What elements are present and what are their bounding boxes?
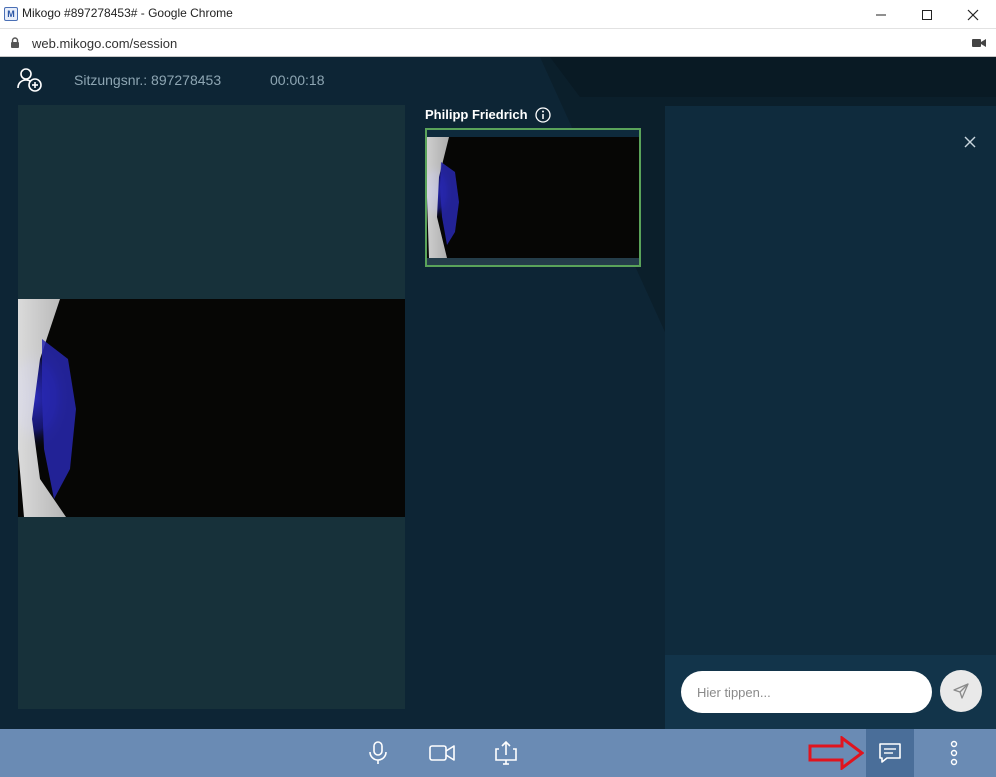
main-video-area xyxy=(18,105,405,709)
send-message-button[interactable] xyxy=(940,670,982,712)
session-number: Sitzungsnr.: 897278453 xyxy=(74,72,222,88)
lock-icon xyxy=(11,37,19,48)
mikogo-session: Sitzungsnr.: 897278453 00:00:18 Philipp … xyxy=(0,57,996,777)
session-toolbar xyxy=(0,729,996,777)
participant-video-image xyxy=(427,137,639,258)
browser-title-bar: M Mikogo #897278453# - Google Chrome xyxy=(0,0,996,29)
add-participant-icon[interactable] xyxy=(17,67,43,93)
camera-button[interactable] xyxy=(418,729,466,777)
chat-panel xyxy=(665,106,996,729)
chat-message-input[interactable] xyxy=(681,671,932,713)
video-camera-icon xyxy=(429,745,455,761)
main-video-image xyxy=(18,299,405,517)
annotation-arrow-icon xyxy=(808,736,864,770)
more-vertical-icon xyxy=(950,740,958,766)
participant-video-frame xyxy=(427,137,639,258)
share-screen-icon xyxy=(495,740,517,765)
participant-name: Philipp Friedrich xyxy=(425,107,528,122)
info-icon[interactable] xyxy=(535,107,551,123)
maximize-icon xyxy=(922,9,932,20)
more-options-button[interactable] xyxy=(930,729,978,777)
participant-video-thumbnail[interactable] xyxy=(425,128,641,267)
send-icon xyxy=(953,683,969,699)
minimize-button[interactable] xyxy=(858,0,904,29)
chat-icon xyxy=(879,743,901,763)
camera-in-use-icon[interactable] xyxy=(972,38,986,48)
close-icon xyxy=(967,9,979,20)
chat-input-area xyxy=(665,655,996,729)
participant-status-strip xyxy=(427,258,639,265)
session-timer: 00:00:18 xyxy=(270,72,325,88)
close-chat-icon[interactable] xyxy=(964,136,976,148)
url-text[interactable]: web.mikogo.com/session xyxy=(32,36,177,51)
screen-share-button[interactable] xyxy=(482,729,530,777)
address-bar[interactable]: web.mikogo.com/session xyxy=(0,29,996,57)
session-header: Sitzungsnr.: 897278453 00:00:18 xyxy=(0,57,996,105)
maximize-button[interactable] xyxy=(904,0,950,29)
close-window-button[interactable] xyxy=(950,0,996,29)
chat-button[interactable] xyxy=(866,729,914,777)
minimize-icon xyxy=(876,14,886,15)
microphone-icon xyxy=(369,741,387,764)
window-title: Mikogo #897278453# - Google Chrome xyxy=(22,6,233,20)
microphone-button[interactable] xyxy=(354,729,402,777)
main-video-frame xyxy=(18,299,405,517)
mikogo-favicon: M xyxy=(4,7,18,21)
